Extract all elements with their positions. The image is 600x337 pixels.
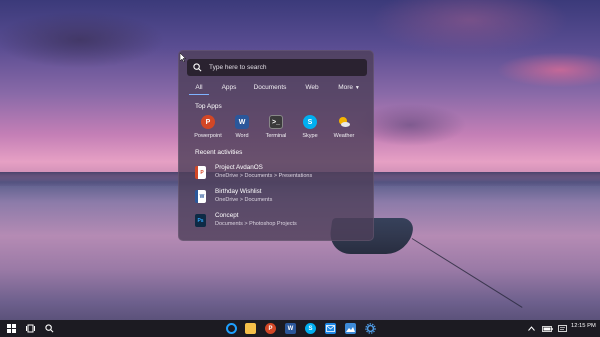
envelope-icon	[326, 325, 335, 332]
gear-icon[interactable]	[365, 323, 376, 334]
powerpoint-file-icon: P	[195, 166, 206, 179]
skype-icon: S	[303, 115, 317, 129]
app-label: Powerpoint	[194, 133, 222, 139]
word-file-icon: W	[195, 190, 206, 203]
recent-item-path: OneDrive > Documents	[215, 197, 273, 203]
mail-icon[interactable]	[325, 323, 336, 334]
word-icon: W	[235, 115, 249, 129]
boat-rope	[411, 238, 523, 308]
filter-tabs: All Apps Documents Web More ▼	[187, 83, 367, 95]
search-icon	[193, 63, 202, 72]
windows-logo-icon	[7, 324, 16, 333]
tab-all[interactable]: All	[187, 83, 211, 95]
notification-icon[interactable]	[557, 323, 567, 334]
app-weather[interactable]: Weather	[327, 115, 361, 139]
app-label: Weather	[333, 133, 355, 139]
cortana-icon[interactable]	[226, 323, 237, 334]
task-view-icon	[26, 324, 35, 333]
tab-documents[interactable]: Documents	[247, 83, 293, 95]
caret-down-icon: ▼	[354, 85, 360, 91]
app-skype[interactable]: S Skype	[293, 115, 327, 139]
mountain-icon	[346, 327, 355, 332]
skype-icon[interactable]: S	[305, 323, 316, 334]
app-word[interactable]: W Word	[225, 115, 259, 139]
app-terminal[interactable]: >_ Terminal	[259, 115, 293, 139]
tab-more[interactable]: More ▼	[331, 83, 367, 95]
recent-item[interactable]: P Project AvdanOS OneDrive > Documents >…	[195, 164, 365, 182]
search-input[interactable]	[209, 64, 359, 71]
powerpoint-icon: P	[201, 115, 215, 129]
recent-activities-heading: Recent activities	[195, 149, 243, 156]
photoshop-badge: Ps	[197, 217, 204, 224]
chevron-up-icon[interactable]	[527, 323, 535, 334]
search-box[interactable]	[187, 59, 367, 76]
photos-icon[interactable]	[345, 323, 356, 334]
app-label: Skype	[302, 133, 318, 139]
app-powerpoint[interactable]: P Powerpoint	[191, 115, 225, 139]
terminal-icon: >_	[269, 115, 283, 129]
mouse-cursor-icon	[180, 53, 186, 62]
taskbar: P W S 12:15 PM	[0, 320, 600, 337]
tab-apps[interactable]: Apps	[211, 83, 247, 95]
tab-more-label: More	[338, 84, 354, 91]
settings-gear-icon	[365, 323, 376, 334]
taskbar-clock[interactable]: 12:15 PM	[571, 323, 596, 329]
photoshop-file-icon: Ps	[195, 214, 206, 227]
app-label: Word	[235, 133, 249, 139]
battery-icon[interactable]	[541, 323, 553, 334]
recent-item-title: Project AvdanOS	[215, 164, 263, 171]
word-icon[interactable]: W	[285, 323, 296, 334]
powerpoint-icon[interactable]: P	[265, 323, 276, 334]
recent-item[interactable]: W Birthday Wishlist OneDrive > Documents	[195, 188, 365, 206]
app-label: Terminal	[265, 133, 287, 139]
recent-item[interactable]: Ps Concept Documents > Photoshop Project…	[195, 212, 365, 230]
folder-icon[interactable]	[245, 323, 256, 334]
recent-item-title: Concept	[215, 212, 239, 219]
tab-web[interactable]: Web	[293, 83, 331, 95]
search-icon	[45, 324, 54, 333]
top-apps-heading: Top Apps	[195, 103, 222, 110]
search-button[interactable]	[43, 322, 56, 335]
start-menu: All Apps Documents Web More ▼ Top Apps P…	[178, 50, 374, 241]
task-view-button[interactable]	[24, 322, 37, 335]
weather-icon	[337, 115, 351, 129]
recent-item-path: Documents > Photoshop Projects	[215, 221, 297, 227]
recent-item-title: Birthday Wishlist	[215, 188, 262, 195]
start-button[interactable]	[5, 322, 18, 335]
recent-item-path: OneDrive > Documents > Presentations	[215, 173, 313, 179]
